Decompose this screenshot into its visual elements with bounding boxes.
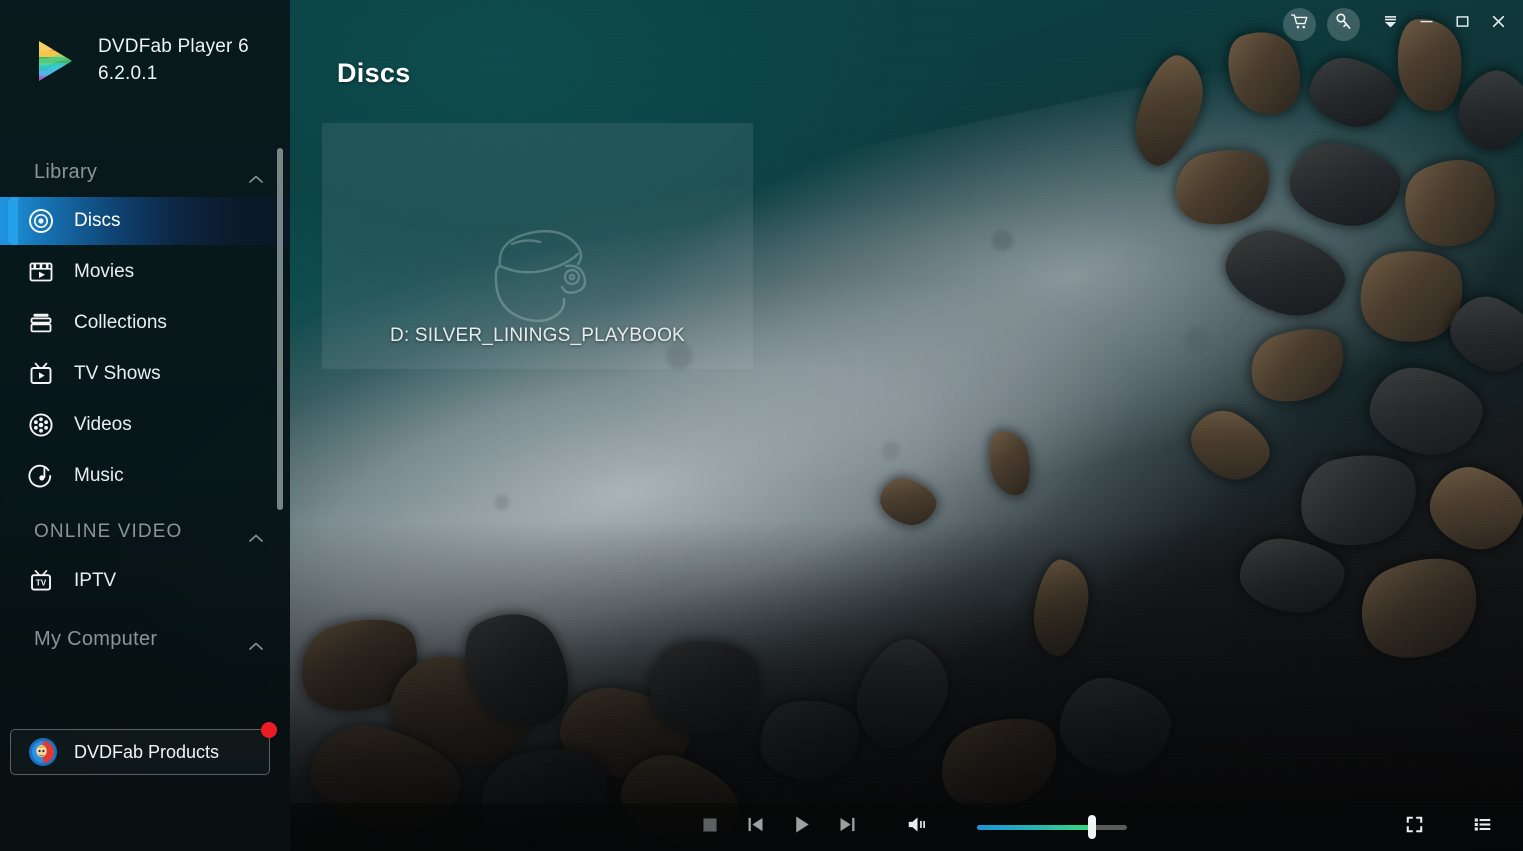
fullscreen-icon [1405, 815, 1424, 839]
brand-text: DVDFab Player 6 6.2.0.1 [98, 34, 249, 88]
disc-label: D: SILVER_LININGS_PLAYBOOK [390, 325, 685, 346]
dvdfab-player-window: DVDFab Player 6 6.2.0.1 Library Discs Mo… [0, 0, 1523, 851]
volume-button[interactable] [895, 807, 941, 847]
volume-slider-handle[interactable] [1088, 815, 1096, 839]
sidebar-scrollbar[interactable] [277, 148, 283, 510]
svg-text:TV: TV [36, 578, 47, 587]
sidebar-section-label: Library [34, 160, 98, 183]
sidebar-item-label: Music [74, 465, 124, 486]
sidebar-item-label: IPTV [74, 570, 117, 591]
sidebar-item-discs[interactable]: Discs [0, 197, 290, 245]
sidebar-section-my-computer[interactable]: My Computer [0, 617, 290, 661]
music-note-icon [28, 463, 54, 489]
sidebar-item-movies[interactable]: Movies [0, 248, 290, 296]
playlist-button[interactable] [1459, 807, 1505, 847]
movie-icon [28, 259, 54, 285]
minimize-button[interactable] [1409, 7, 1443, 41]
sidebar-item-tv-shows[interactable]: TV Shows [0, 350, 290, 398]
activate-key-button[interactable] [1327, 7, 1360, 41]
menu-dropdown-button[interactable] [1373, 7, 1407, 41]
volume-control [895, 807, 1127, 847]
volume-slider-fill [976, 824, 1092, 830]
speaker-icon [906, 814, 929, 840]
disc-icon [28, 208, 54, 234]
sidebar-item-iptv[interactable]: TV IPTV [0, 557, 290, 605]
maximize-button[interactable] [1445, 7, 1479, 41]
menu-dropdown-icon [1382, 13, 1399, 35]
sidebar-item-label: Collections [74, 312, 167, 333]
iptv-icon: TV [28, 568, 54, 594]
cart-icon [1290, 12, 1309, 36]
volume-slider[interactable] [976, 815, 1127, 839]
play-button[interactable] [779, 807, 825, 847]
next-button[interactable] [825, 807, 871, 847]
sidebar-item-label: Discs [74, 210, 121, 231]
sidebar-item-label: Videos [74, 414, 132, 435]
previous-icon [745, 814, 766, 840]
sidebar: DVDFab Player 6 6.2.0.1 Library Discs Mo… [0, 0, 290, 851]
dvdfab-products-icon [28, 737, 58, 767]
player-transport-controls [290, 803, 1523, 851]
film-reel-icon [28, 412, 54, 438]
sidebar-item-videos[interactable]: Videos [0, 401, 290, 449]
notification-badge [261, 722, 277, 738]
brand: DVDFab Player 6 6.2.0.1 [0, 34, 249, 88]
brand-name: DVDFab Player 6 [98, 36, 249, 57]
rainbow-play-logo-icon [28, 35, 80, 87]
playlist-icon [1473, 815, 1492, 839]
stop-button[interactable] [687, 807, 733, 847]
chevron-up-icon [248, 527, 264, 542]
previous-button[interactable] [733, 807, 779, 847]
collections-icon [28, 310, 54, 336]
sidebar-section-label: My Computer [34, 627, 158, 650]
window-titlebar [1283, 0, 1523, 48]
fullscreen-button[interactable] [1391, 807, 1437, 847]
dvdfab-products-button[interactable]: DVDFab Products [10, 722, 277, 775]
play-icon [790, 813, 813, 841]
maximize-icon [1454, 13, 1471, 35]
page-title: Discs [337, 58, 411, 88]
close-icon [1490, 13, 1507, 35]
sidebar-nav: Library Discs Movies Collections TV Show… [0, 150, 290, 661]
sidebar-item-collections[interactable]: Collections [0, 299, 290, 347]
main-content: Discs D: SILVER_LININGS_PLAYBOOK [290, 0, 1523, 851]
brand-version: 6.2.0.1 [98, 62, 158, 84]
chevron-up-icon [248, 634, 264, 650]
sidebar-item-label: Movies [74, 261, 135, 282]
cart-button[interactable] [1283, 7, 1316, 41]
sidebar-section-label: ONLINE VIDEO [34, 521, 183, 542]
dvdfab-products-label: DVDFab Products [74, 741, 220, 762]
sidebar-item-music[interactable]: Music [0, 452, 290, 500]
sidebar-section-library[interactable]: Library [0, 150, 290, 194]
minimize-icon [1418, 13, 1435, 35]
sidebar-item-label: TV Shows [74, 363, 161, 384]
close-button[interactable] [1481, 7, 1515, 41]
stop-icon [701, 816, 719, 839]
disc-placeholder-icon [478, 220, 598, 335]
player-control-bar [290, 803, 1523, 851]
sidebar-section-online-video[interactable]: ONLINE VIDEO [0, 510, 290, 554]
player-right-controls [1391, 803, 1505, 851]
key-icon [1334, 12, 1353, 36]
disc-tile[interactable]: D: SILVER_LININGS_PLAYBOOK [322, 123, 753, 369]
next-icon [837, 814, 858, 840]
tv-icon [28, 361, 54, 387]
chevron-up-icon [248, 167, 264, 183]
